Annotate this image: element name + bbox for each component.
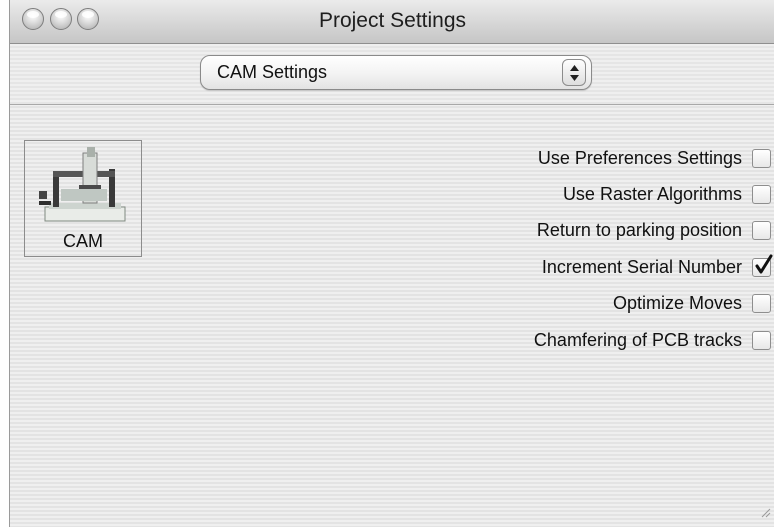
chamfering-of-pcb-tracks-checkbox[interactable] bbox=[752, 330, 771, 350]
checkmark-icon bbox=[755, 254, 773, 274]
option-use-preferences-settings[interactable]: Use Preferences Settings bbox=[351, 140, 771, 176]
option-increment-serial-number[interactable]: Increment Serial Number bbox=[351, 249, 773, 285]
sidebar-item-label: CAM bbox=[63, 231, 103, 251]
optimize-moves-checkbox[interactable] bbox=[752, 294, 771, 314]
option-label: Increment Serial Number bbox=[541, 256, 742, 277]
resize-grip-icon[interactable] bbox=[759, 505, 771, 523]
project-settings-window: Project Settings CAM Settings CAM Use Pr… bbox=[9, 0, 774, 527]
use-preferences-settings-checkbox[interactable] bbox=[752, 148, 771, 168]
option-use-raster-algorithms[interactable]: Use Raster Algorithms bbox=[351, 176, 771, 212]
option-label: Chamfering of PCB tracks bbox=[533, 329, 742, 350]
option-label: Use Preferences Settings bbox=[537, 147, 742, 168]
popup-selected-value: CAM Settings bbox=[217, 62, 328, 82]
window-title: Project Settings bbox=[318, 9, 467, 32]
increment-serial-number-checkbox[interactable] bbox=[752, 254, 773, 277]
settings-category-popup[interactable]: CAM Settings bbox=[200, 55, 592, 90]
option-return-to-parking-position[interactable]: Return to parking position bbox=[351, 213, 771, 249]
option-optimize-moves[interactable]: Optimize Moves bbox=[351, 286, 771, 322]
cnc-machine-icon bbox=[39, 145, 129, 236]
use-raster-algorithms-checkbox[interactable] bbox=[752, 185, 771, 205]
return-to-parking-position-checkbox[interactable] bbox=[752, 221, 771, 241]
options-list: Use Preferences Settings Use Raster Algo… bbox=[351, 140, 773, 358]
option-label: Return to parking position bbox=[536, 220, 742, 241]
title-bar[interactable]: Project Settings bbox=[10, 0, 774, 44]
sidebar-item-cam[interactable]: CAM bbox=[24, 140, 142, 257]
option-label: Optimize Moves bbox=[612, 293, 742, 314]
option-label: Use Raster Algorithms bbox=[562, 184, 742, 205]
toolbar: CAM Settings bbox=[10, 44, 774, 105]
up-down-arrows-icon bbox=[562, 59, 586, 86]
option-chamfering-of-pcb-tracks[interactable]: Chamfering of PCB tracks bbox=[351, 322, 771, 358]
